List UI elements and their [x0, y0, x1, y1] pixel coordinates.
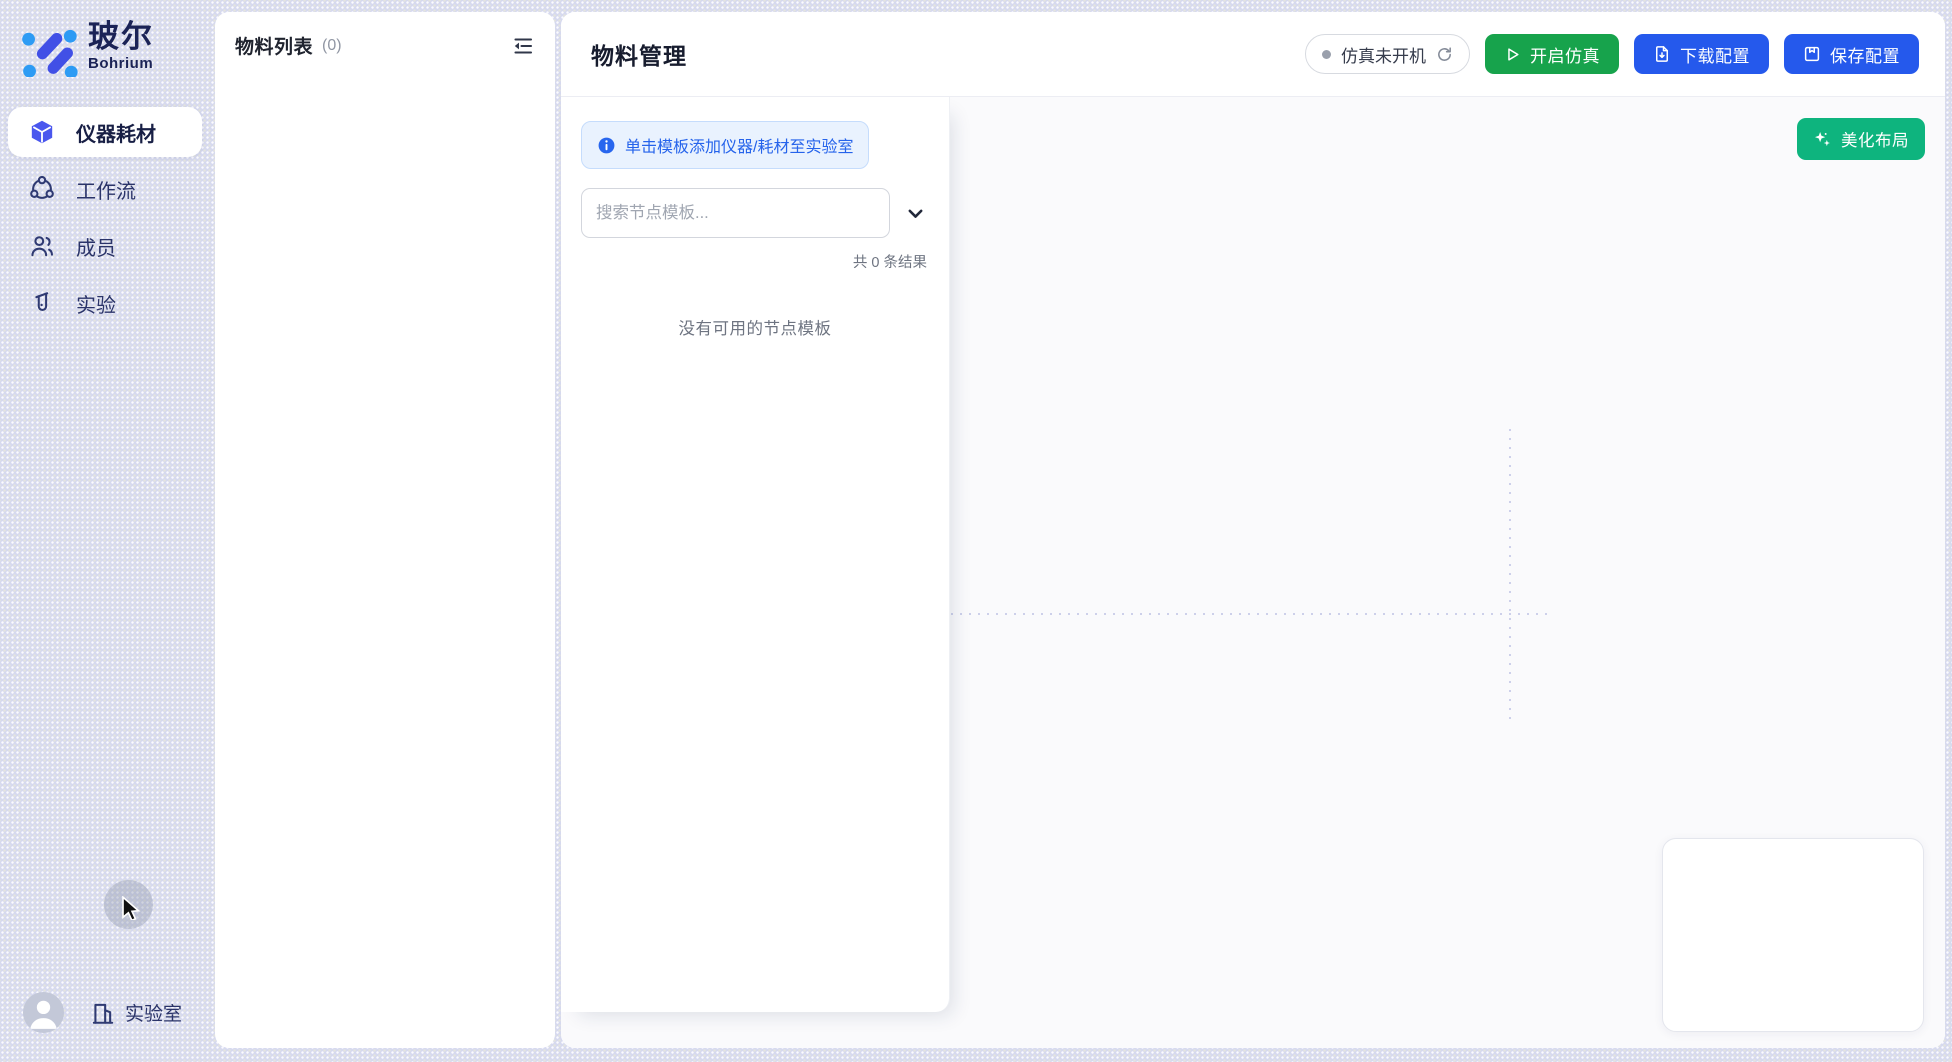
- materials-list-count: (0): [322, 37, 342, 55]
- play-icon: [1504, 46, 1521, 63]
- sidebar-item-label: 工作流: [76, 175, 136, 204]
- save-icon: [1803, 45, 1821, 63]
- template-hint-banner[interactable]: 单击模板添加仪器/耗材至实验室: [581, 121, 869, 169]
- brand-logo-row: 玻尔 Bohrium: [15, 13, 154, 77]
- sidebar-item-label: 成员: [76, 232, 116, 261]
- page-title: 物料管理: [591, 37, 687, 71]
- menu-fold-icon[interactable]: [511, 34, 535, 58]
- user-avatar[interactable]: [23, 992, 64, 1033]
- empty-template-message: 没有可用的节点模板: [581, 315, 929, 339]
- node-template-panel: 单击模板添加仪器/耗材至实验室 共 0 条结果 没有可用的节点模板: [561, 97, 950, 1012]
- save-config-button[interactable]: 保存配置: [1784, 34, 1919, 74]
- user-icon: [23, 992, 64, 1033]
- lab-switcher[interactable]: 实验室: [90, 999, 182, 1026]
- canvas-guide-horizontal: [951, 613, 1551, 615]
- start-simulation-label: 开启仿真: [1530, 42, 1600, 67]
- members-icon: [29, 233, 55, 259]
- materials-list-panel: 物料列表 (0): [215, 12, 555, 1048]
- info-icon: [597, 136, 616, 155]
- refresh-icon[interactable]: [1436, 46, 1453, 63]
- status-dot-icon: [1322, 50, 1331, 59]
- sparkles-icon: [1813, 130, 1832, 149]
- main-header: 物料管理 仿真未开机 开启仿真: [561, 12, 1945, 97]
- lab-label: 实验室: [125, 999, 182, 1026]
- brand-name-en: Bohrium: [88, 55, 154, 72]
- canvas-minimap[interactable]: [1662, 838, 1924, 1032]
- sidebar-item-instruments[interactable]: 仪器耗材: [8, 107, 202, 157]
- lab-canvas[interactable]: 单击模板添加仪器/耗材至实验室 共 0 条结果 没有可用的节点模板 美化布局: [561, 97, 1945, 1048]
- mouse-cursor: [121, 896, 143, 920]
- sidebar-item-label: 实验: [76, 289, 116, 318]
- search-result-count: 共 0 条结果: [581, 251, 929, 272]
- cube-icon: [29, 119, 55, 145]
- main-panel: 物料管理 仿真未开机 开启仿真: [561, 12, 1945, 1048]
- sidebar: 玻尔 Bohrium 仪器耗材 工作流: [0, 0, 215, 1062]
- simulation-status-pill[interactable]: 仿真未开机: [1305, 34, 1470, 74]
- save-config-label: 保存配置: [1830, 42, 1900, 67]
- template-search-input[interactable]: [581, 188, 890, 238]
- sidebar-item-experiments[interactable]: 实验: [8, 278, 202, 328]
- workflow-icon: [29, 176, 55, 202]
- brand-name-zh: 玻尔: [88, 19, 154, 55]
- beautify-layout-button[interactable]: 美化布局: [1797, 118, 1925, 160]
- sidebar-item-members[interactable]: 成员: [8, 221, 202, 271]
- canvas-guide-vertical: [1509, 429, 1511, 721]
- materials-list-title: 物料列表: [235, 32, 313, 59]
- chevron-down-icon[interactable]: [905, 203, 926, 224]
- template-hint-text: 单击模板添加仪器/耗材至实验室: [625, 133, 853, 157]
- sidebar-nav: 仪器耗材 工作流 成员: [8, 107, 202, 335]
- download-config-label: 下载配置: [1680, 42, 1750, 67]
- download-config-button[interactable]: 下载配置: [1634, 34, 1769, 74]
- building-icon: [90, 1000, 116, 1026]
- experiment-icon: [29, 290, 55, 316]
- sidebar-item-workflow[interactable]: 工作流: [8, 164, 202, 214]
- sidebar-item-label: 仪器耗材: [76, 118, 156, 147]
- beautify-layout-label: 美化布局: [1841, 127, 1909, 151]
- download-file-icon: [1653, 45, 1671, 63]
- bohrium-logo-icon: [15, 13, 79, 77]
- simulation-status-label: 仿真未开机: [1341, 42, 1426, 67]
- start-simulation-button[interactable]: 开启仿真: [1485, 34, 1619, 74]
